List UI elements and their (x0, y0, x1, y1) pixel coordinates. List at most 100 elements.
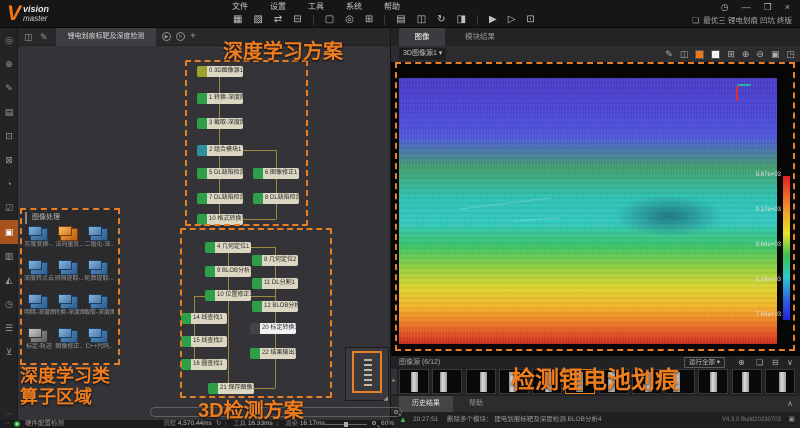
av-icon[interactable]: ◨ (457, 13, 466, 27)
run-once-icon[interactable]: ▷ (508, 13, 516, 27)
flow-node[interactable]: 1 转换-深度图1 (197, 93, 243, 104)
palette-operator[interactable]: 深度转点云 (24, 259, 54, 293)
tab-help[interactable]: 帮助 (461, 396, 491, 412)
filmstrip-thumbnail[interactable] (698, 369, 729, 394)
palette-operator[interactable]: 二值化-深.. (84, 225, 114, 259)
palette-operator[interactable]: C++代码.. (84, 327, 114, 361)
flow-node[interactable]: 3 截取-深度图1 (197, 118, 243, 129)
fill-3d-icon[interactable]: ◭ (0, 268, 18, 292)
draw-pencil-icon[interactable]: ✎ (665, 48, 673, 60)
collapse-history-button[interactable]: ∧ (787, 396, 793, 412)
palette-operator[interactable]: 灰度变换-.. (24, 225, 54, 259)
flow-node[interactable]: 20 标定转换1 (250, 323, 296, 334)
tab-image[interactable]: 图像 (399, 28, 445, 46)
menu-item[interactable]: 帮助 (384, 1, 400, 12)
film-icon[interactable]: ▤ (396, 13, 405, 27)
palette-operator[interactable]: 间隙提取-.. (54, 259, 84, 293)
swatch-white[interactable] (711, 49, 721, 59)
flow-node[interactable]: 12 BLOB分析2 (252, 301, 298, 312)
history-clock-button[interactable]: ◷ (721, 2, 729, 12)
rail-overflow-dots[interactable]: ⋯ (0, 410, 18, 418)
flow-node[interactable]: 11 DL分割1 (252, 278, 298, 289)
menu-item[interactable]: 系统 (346, 1, 362, 12)
run-icon[interactable]: ▶ (489, 13, 497, 27)
history-log-row[interactable]: ▲ 20:27:51 删除多个模块： 锂电划痕标靶及深度检测.BLOB分析4 V… (391, 412, 800, 428)
minimize-button[interactable]: — (742, 2, 751, 12)
collapse-strip-button[interactable]: ∨ (787, 357, 793, 368)
add-image-button[interactable]: ⊕ (738, 357, 745, 368)
flow-node[interactable]: 4 几何定位1 (205, 242, 251, 253)
focus-icon[interactable]: ⊡ (0, 124, 18, 148)
palette-operator[interactable]: 轮廓提取-.. (84, 259, 114, 293)
image-process-icon[interactable]: ▣ (0, 220, 18, 244)
camera-tool-icon[interactable]: ◎ (0, 28, 18, 52)
flow-node[interactable]: 8 DL缺陷检测3 (253, 193, 299, 204)
filmstrip-thumbnail[interactable] (432, 369, 463, 394)
fit-view-icon[interactable]: ⊞ (727, 48, 735, 60)
io-icon[interactable]: ◫ (417, 13, 426, 27)
tool-edit-icon[interactable]: ✎ (40, 28, 48, 46)
palette-operator[interactable]: 截取-深度图 (84, 293, 114, 327)
image-source-select[interactable]: 3D图像源1 ▾ (399, 48, 447, 60)
open-icon[interactable]: ▧ (253, 13, 262, 27)
refresh-icon[interactable]: ↻ (437, 13, 445, 27)
tab-history-results[interactable]: 历史结果 (399, 396, 453, 412)
switch-solution-icon[interactable]: ⇄ (274, 13, 282, 27)
measure-icon[interactable]: ⊠ (0, 148, 18, 172)
tab-solution[interactable]: 锂电划痕标靶及深度检测 (56, 28, 156, 46)
flow-node[interactable]: 7 DL缺陷检测2 (197, 193, 243, 204)
zoom-in-icon[interactable]: ⊕ (742, 48, 750, 60)
compare-icon[interactable]: ◫ (680, 48, 689, 60)
one-to-one-icon[interactable]: ▣ (771, 48, 780, 60)
flow-node[interactable]: 8 几何定位2 (252, 255, 298, 266)
filmstrip-thumbnail[interactable] (764, 369, 795, 394)
timer-icon[interactable]: ◷ (0, 292, 18, 316)
flow-node[interactable]: 10 格式转换1 (197, 214, 243, 225)
list-tool-icon[interactable]: ☰ (0, 316, 18, 340)
export-icon[interactable]: ⊟ (293, 13, 301, 27)
palette-operator[interactable]: 转换-深度图 (54, 293, 84, 327)
strip-expander[interactable]: ▸ (391, 369, 397, 394)
function-icon[interactable]: ⊡ (526, 13, 534, 27)
filmstrip-thumbnail[interactable] (399, 369, 429, 394)
run-all-button[interactable]: 运行全部 ▾ (684, 357, 726, 368)
zoom-slider-knob[interactable] (344, 421, 348, 427)
check-tool-icon[interactable]: ☑ (0, 196, 18, 220)
save-icon[interactable]: ▦ (233, 13, 242, 27)
fullscreen-icon[interactable]: ◳ (786, 48, 795, 60)
flow-node[interactable]: 14 线查找1 (181, 313, 227, 324)
swatch-orange[interactable] (695, 49, 705, 59)
filmstrip-thumbnail[interactable] (465, 369, 496, 394)
export-tool-icon[interactable]: ⊻ (0, 340, 18, 364)
run-flow-icon[interactable]: ▶ (162, 32, 171, 41)
color-wheel-icon[interactable]: ◔ (0, 172, 18, 196)
delete-image-button[interactable]: ⊟ (772, 357, 779, 368)
flow-minimap[interactable]: ◢ (345, 347, 389, 402)
menu-item[interactable]: 工具 (308, 1, 324, 12)
filmstrip-thumbnail[interactable] (731, 369, 762, 394)
open-folder-button[interactable]: ❏ (756, 357, 763, 368)
flow-node[interactable]: 5 DL缺陷检测1 (197, 168, 243, 179)
image-viewport[interactable]: 9.67e+03 9.17e+03 8.68e+03 8.18e+03 7.69e+03 (391, 62, 800, 356)
palette-operator[interactable]: 图像修正.. (54, 327, 84, 361)
menu-item[interactable]: 设置 (270, 1, 286, 12)
zoom-out-icon[interactable]: ⊖ (756, 48, 764, 60)
add-flow-button[interactable]: + (190, 28, 196, 46)
solution-name[interactable]: ❏ 最优三 锂电划痕 凹坑 终版 (692, 15, 792, 26)
palette-operator[interactable]: 明暗-深度图 (24, 293, 54, 327)
minimap-resize-grip[interactable]: ◢ (383, 395, 388, 402)
palette-operator[interactable]: 标定-轨迹 (24, 327, 54, 361)
minimap-viewport[interactable] (352, 351, 382, 393)
flow-node[interactable]: 15 线查找2 (181, 336, 227, 347)
flow-canvas[interactable]: 深度学习方案 3D检测方案 深度学习类 算子区域 0 3D图像源1 1 转换-深度… (18, 41, 402, 422)
module-grid-icon[interactable]: ⊞ (365, 13, 373, 27)
flow-node[interactable]: 6 图像修正1 (253, 168, 299, 179)
chart-tool-icon[interactable]: ▥ (0, 244, 18, 268)
loop-run-icon[interactable]: ↻ (176, 32, 185, 41)
flow-node[interactable]: 10 位置修正1 (205, 290, 251, 301)
palette-operator[interactable]: 法向量反.. (54, 225, 84, 259)
close-button[interactable]: × (785, 2, 790, 12)
tab-module-result[interactable]: 模块结果 (453, 28, 507, 46)
flow-node[interactable]: 21 保存图像1 (208, 383, 254, 394)
edit-image-icon[interactable]: ✎ (0, 76, 18, 100)
